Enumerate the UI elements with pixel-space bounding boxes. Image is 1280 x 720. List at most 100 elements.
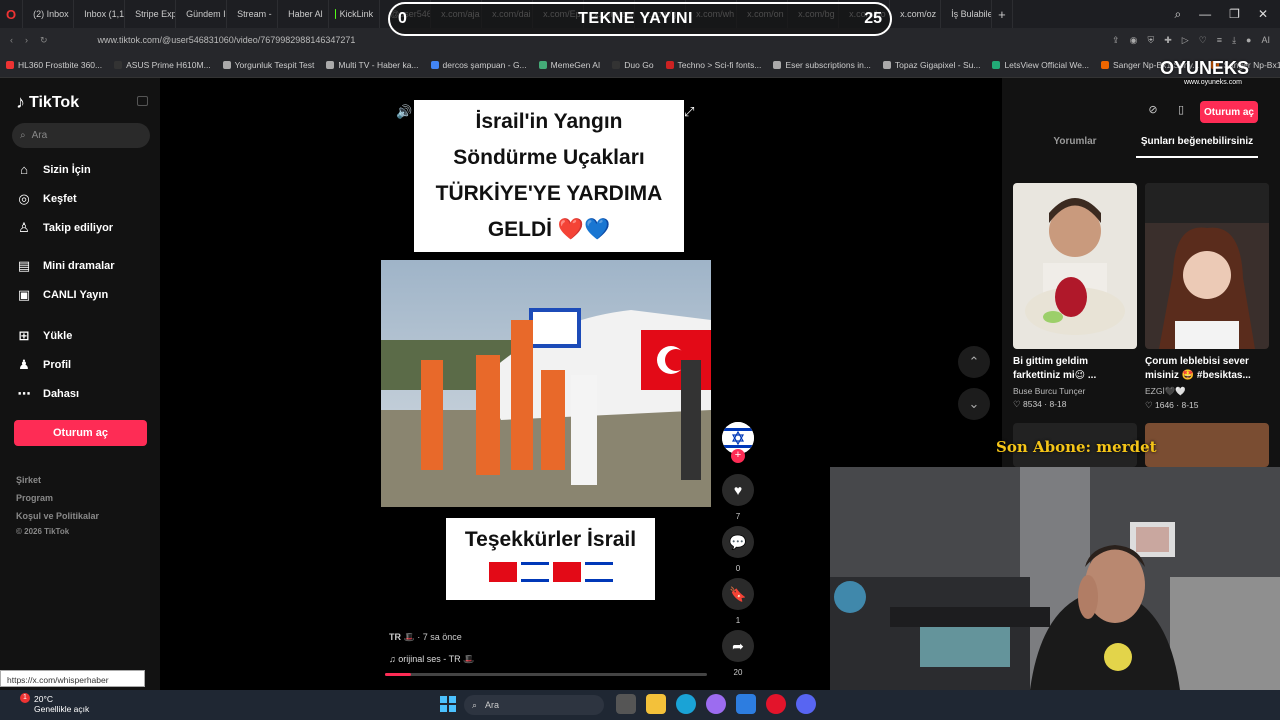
bookmark-favicon-icon: [1101, 60, 1110, 69]
close-button[interactable]: ✕: [1258, 7, 1268, 22]
sidebar-item-1[interactable]: ◎ Keşfet: [16, 191, 76, 207]
right-tabs: Yorumlar Şunları beğenebilirsiniz: [1014, 128, 1258, 158]
browser-tab[interactable]: KickLink: [329, 0, 381, 28]
suggestion-card[interactable]: Bi gittim geldim farkettiniz mi😉 ... Bus…: [1013, 183, 1137, 410]
taskbar-search[interactable]: ⌕ Ara: [464, 695, 604, 715]
browser-tab[interactable]: Inbox (1,1: [74, 0, 126, 28]
oyuneks-watermark: OYUNEKS www.oyuneks.com: [1160, 58, 1270, 98]
bookmark-item[interactable]: Multi TV - Haber ka...: [320, 60, 424, 70]
copilot-icon[interactable]: [706, 694, 726, 714]
address-bar[interactable]: www.tiktok.com/@user546831060/video/7679…: [98, 35, 356, 45]
bookmark-item[interactable]: HL360 Frostbite 360...: [0, 60, 108, 70]
footer-link[interactable]: Program: [16, 493, 53, 503]
browser-tab[interactable]: Gündem I: [176, 0, 228, 28]
search-input[interactable]: ⌕ Ara: [12, 123, 150, 148]
video-caption-bottom: Teşekkürler İsrail: [446, 518, 655, 600]
video-photo[interactable]: [381, 260, 711, 507]
bookmark-item[interactable]: Yorgunluk Tespit Test: [217, 60, 321, 70]
windows-start-icon[interactable]: [440, 696, 456, 712]
bookmark-item[interactable]: LetsView Official We...: [986, 60, 1095, 70]
sidebar-item-0[interactable]: ⌂ Sizin İçin: [16, 162, 91, 177]
play-icon[interactable]: ▷: [1182, 35, 1189, 46]
sidebar-item-6[interactable]: ♟ Profil: [16, 357, 71, 373]
footer-link[interactable]: Koşul ve Politikalar: [16, 511, 99, 521]
coin-icon[interactable]: ⊘: [1144, 103, 1162, 121]
sidebar-item-4[interactable]: ▣ CANLI Yayın: [16, 287, 108, 303]
audio-info[interactable]: ♫ orijinal ses - TR 🎩: [389, 654, 474, 665]
ai-icon[interactable]: AI: [1261, 35, 1270, 46]
discord-icon[interactable]: [796, 694, 816, 714]
bookmark-item[interactable]: ASUS Prime H610M...: [108, 60, 217, 70]
shield-icon[interactable]: ⛨: [1147, 35, 1154, 46]
login-button[interactable]: Oturum aç: [14, 420, 147, 446]
sidebar-item-5[interactable]: ⊞ Yükle: [16, 328, 73, 344]
file-explorer-icon[interactable]: [646, 694, 666, 714]
prev-video-button[interactable]: ⌃: [958, 346, 990, 378]
browser-tab[interactable]: İş Bulabile: [941, 0, 993, 28]
browser-tab[interactable]: Haber Al: [278, 0, 330, 28]
menu-icon[interactable]: ≡: [1217, 35, 1222, 46]
maximize-button[interactable]: ❐: [1229, 7, 1240, 22]
sidebar-item-3[interactable]: ▤ Mini dramalar: [16, 258, 115, 274]
sidebar-item-2[interactable]: ♙ Takip ediliyor: [16, 220, 113, 236]
forward-icon[interactable]: ›: [25, 35, 28, 46]
sidebar-item-7[interactable]: ⋯ Dahası: [16, 386, 80, 402]
store-icon[interactable]: [736, 694, 756, 714]
minimize-button[interactable]: —: [1199, 7, 1211, 22]
bookmark-button[interactable]: 🔖 1: [722, 578, 754, 625]
volume-icon[interactable]: 🔊: [396, 104, 412, 120]
tiktok-logo[interactable]: ♪ TikTok: [16, 92, 79, 113]
fullscreen-icon[interactable]: ⤢: [684, 104, 694, 120]
browser-tab[interactable]: x.com/oz: [890, 0, 942, 28]
bookmark-item[interactable]: Techno > Sci-fi fonts...: [660, 60, 768, 70]
video-progress-bar[interactable]: [385, 673, 707, 676]
share-page-icon[interactable]: ⇪: [1112, 35, 1120, 46]
tab-comments[interactable]: Yorumlar: [1014, 128, 1136, 158]
favorite-icon[interactable]: ♡: [1199, 35, 1207, 46]
back-icon[interactable]: ‹: [10, 35, 13, 46]
post-time: · 7 sa önce: [417, 632, 462, 642]
follow-plus-button[interactable]: +: [731, 449, 745, 463]
comment-button[interactable]: 💬 0: [722, 526, 754, 573]
suggestion-card-partial[interactable]: [1145, 423, 1269, 467]
next-video-button[interactable]: ⌄: [958, 388, 990, 420]
tab-suggestions[interactable]: Şunları beğenebilirsiniz: [1136, 128, 1258, 158]
card-thumbnail: [1145, 423, 1269, 467]
phone-icon[interactable]: ▯: [1172, 103, 1190, 121]
search-tabs-icon[interactable]: ⌕: [1174, 7, 1181, 22]
extension-icon[interactable]: ✚: [1164, 35, 1172, 46]
header-login-button[interactable]: Oturum aç: [1200, 101, 1258, 123]
task-view-icon[interactable]: [616, 694, 636, 714]
logo-text: TikTok: [29, 93, 80, 111]
bookmark-favicon-icon: [665, 60, 674, 69]
opera-menu[interactable]: O: [0, 0, 24, 28]
heart-button[interactable]: ♥ 7: [722, 474, 754, 521]
bookmark-item[interactable]: Eser subscriptions in...: [767, 60, 877, 70]
edge-icon[interactable]: [676, 694, 696, 714]
share-button[interactable]: ➦ 20: [722, 630, 754, 677]
bookmark-item[interactable]: Duo Go: [606, 60, 659, 70]
profile-icon[interactable]: ●: [1246, 35, 1251, 46]
tab-label: Inbox (1,1: [84, 9, 125, 19]
download-icon[interactable]: ⤓: [1232, 35, 1236, 46]
opera-icon[interactable]: [766, 694, 786, 714]
browser-tab[interactable]: Stripe Exp: [125, 0, 177, 28]
bookmark-item[interactable]: MemeGen AI: [533, 60, 607, 70]
card-likes: 1646: [1154, 400, 1174, 410]
weather-desc: Genellikle açık: [34, 704, 90, 714]
live-icon: ▣: [17, 287, 31, 302]
collapse-sidebar-icon[interactable]: [137, 96, 148, 106]
new-tab-button[interactable]: +: [992, 0, 1013, 28]
reload-icon[interactable]: ↻: [40, 35, 48, 46]
card-likes: 8534: [1022, 399, 1042, 409]
camera-icon[interactable]: ◉: [1130, 35, 1138, 46]
suggestion-card[interactable]: Çorum leblebisi sever misiniz 🤩 #besikta…: [1145, 183, 1269, 411]
bookmark-item[interactable]: dercos şampuan - G...: [425, 60, 533, 70]
footer-link[interactable]: Şirket: [16, 475, 41, 485]
weather-widget[interactable]: 20°C Genellikle açık: [34, 694, 89, 714]
tab-label: KickLink: [339, 9, 374, 19]
bookmark-icon: 🔖: [722, 578, 754, 610]
browser-tab[interactable]: Stream -: [227, 0, 279, 28]
bookmark-item[interactable]: Topaz Gigapixel - Su...: [877, 60, 987, 70]
browser-tab[interactable]: (2) Inbox: [23, 0, 75, 28]
